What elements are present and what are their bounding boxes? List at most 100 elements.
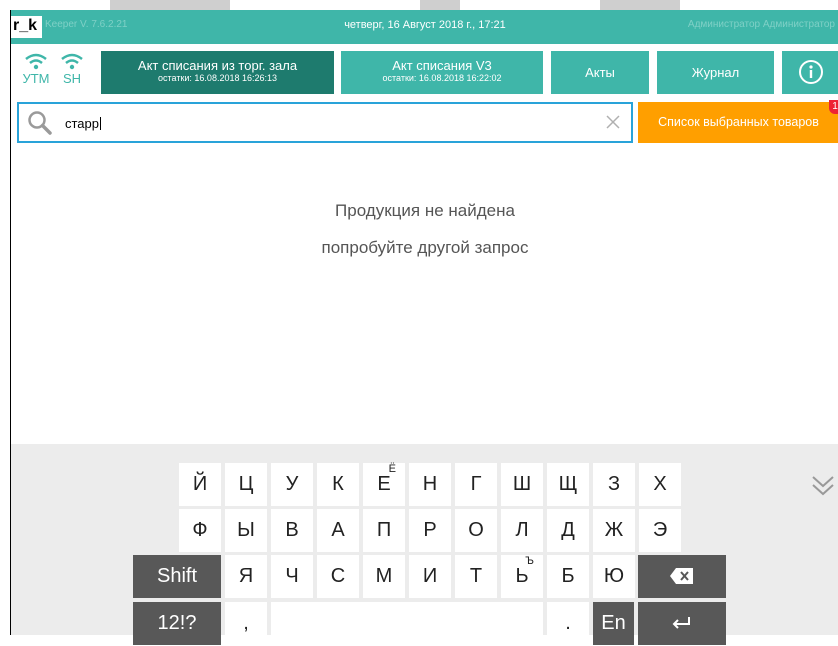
- sh-status: SH: [57, 53, 87, 86]
- background-artifact: [110, 0, 230, 10]
- wifi-icon: [61, 53, 83, 70]
- key-Г[interactable]: Г: [455, 463, 497, 506]
- act-v3-title: Акт списания V3: [392, 58, 492, 73]
- toolbar: УТМ SH Акт списания из торг. зала остатк…: [11, 44, 838, 102]
- acts-button[interactable]: Акты: [551, 51, 649, 94]
- key-Л[interactable]: Л: [501, 509, 543, 552]
- key-label: Н: [422, 473, 438, 495]
- act-hall-title: Акт списания из торг. зала: [137, 58, 298, 73]
- key-А[interactable]: А: [317, 509, 359, 552]
- alt-char-label: Ъ: [525, 555, 534, 567]
- empty-state-hint: попробуйте другой запрос: [321, 238, 529, 257]
- key-Щ[interactable]: Щ: [547, 463, 589, 506]
- key-Ы[interactable]: Ы: [225, 509, 267, 552]
- key-М[interactable]: М: [363, 555, 405, 598]
- key-Ю[interactable]: Ю: [593, 555, 635, 598]
- backspace-key[interactable]: [638, 555, 726, 598]
- key-label: Г: [470, 473, 482, 495]
- key-label: З: [607, 473, 621, 495]
- key-label: Ф: [192, 519, 208, 541]
- selected-items-button[interactable]: Список выбранных товаров 1: [638, 100, 838, 143]
- act-hall-button[interactable]: Акт списания из торг. зала остатки: 16.0…: [101, 51, 334, 94]
- key-Х[interactable]: Х: [639, 463, 681, 506]
- backspace-icon: [670, 568, 693, 584]
- key-label: У: [285, 473, 299, 495]
- key-Д[interactable]: Д: [547, 509, 589, 552]
- empty-state-title: Продукция не найдена: [335, 201, 515, 220]
- clear-icon[interactable]: [606, 115, 620, 129]
- key-Ч[interactable]: Ч: [271, 555, 313, 598]
- key-label: Т: [469, 565, 483, 587]
- key-label: П: [376, 519, 392, 541]
- key-Ц[interactable]: Ц: [225, 463, 267, 506]
- key-label: Ы: [237, 519, 255, 541]
- symbols-key[interactable]: 12!?: [133, 602, 221, 645]
- utm-label: УТМ: [22, 71, 50, 86]
- key-label: Ц: [238, 473, 254, 495]
- key-label: Ь: [515, 565, 529, 587]
- journal-label: Журнал: [691, 65, 740, 80]
- key-label: Щ: [558, 473, 578, 495]
- search-icon: [28, 111, 52, 135]
- enter-icon: [672, 617, 690, 629]
- key-Н[interactable]: Н: [409, 463, 451, 506]
- key-label: Й: [192, 473, 208, 495]
- key-Ш[interactable]: Ш: [501, 463, 543, 506]
- app-window: r_k Keeper V. 7.6.2.21 четверг, 16 Авгус…: [10, 10, 838, 645]
- key-У[interactable]: У: [271, 463, 313, 506]
- key-Ж[interactable]: Ж: [593, 509, 635, 552]
- selected-count-badge: 1: [829, 100, 838, 114]
- key-В[interactable]: В: [271, 509, 313, 552]
- key-label: Х: [653, 473, 667, 495]
- language-key[interactable]: En: [593, 602, 634, 645]
- key-З[interactable]: З: [593, 463, 635, 506]
- key-label: Е: [377, 473, 391, 495]
- journal-button[interactable]: Журнал: [657, 51, 774, 94]
- key-label: К: [332, 473, 344, 495]
- key-Ь[interactable]: ЬЪ: [501, 555, 543, 598]
- key-label: Л: [515, 519, 529, 541]
- key-Ф[interactable]: Ф: [179, 509, 221, 552]
- key-Е[interactable]: ЕЁ: [363, 463, 405, 506]
- key-label: Ч: [285, 565, 299, 587]
- key-П[interactable]: П: [363, 509, 405, 552]
- key-label: И: [422, 565, 438, 587]
- space-key[interactable]: [271, 602, 543, 645]
- search-input[interactable]: старр: [17, 102, 633, 143]
- key-label: Р: [423, 519, 437, 541]
- shift-key[interactable]: Shift: [133, 555, 221, 598]
- alt-char-label: Ё: [388, 463, 396, 475]
- key-Э[interactable]: Э: [639, 509, 681, 552]
- key-label: Ю: [603, 565, 625, 587]
- key-К[interactable]: К: [317, 463, 359, 506]
- key-И[interactable]: И: [409, 555, 451, 598]
- utm-status: УТМ: [21, 53, 51, 86]
- key-Й[interactable]: Й: [179, 463, 221, 506]
- key-Т[interactable]: Т: [455, 555, 497, 598]
- key-Я[interactable]: Я: [225, 555, 267, 598]
- current-user: Администратор Администратор: [687, 19, 835, 30]
- key-label: Б: [561, 565, 575, 587]
- search-value: старр: [65, 116, 101, 131]
- act-v3-button[interactable]: Акт списания V3 остатки: 16.08.2018 16:2…: [341, 51, 543, 94]
- info-button[interactable]: [782, 51, 838, 94]
- act-v3-subtitle: остатки: 16.08.2018 16:22:02: [382, 73, 502, 83]
- background-artifact: [600, 0, 680, 10]
- key-С[interactable]: С: [317, 555, 359, 598]
- key-label: Я: [238, 565, 254, 587]
- key-label: Ш: [512, 473, 532, 495]
- enter-key[interactable]: [638, 602, 726, 645]
- key-Р[interactable]: Р: [409, 509, 451, 552]
- key-Б[interactable]: Б: [547, 555, 589, 598]
- comma-key[interactable]: ,: [225, 602, 267, 645]
- key-label: М: [375, 565, 393, 587]
- collapse-keyboard-icon[interactable]: [811, 475, 835, 497]
- sh-label: SH: [62, 71, 82, 86]
- act-hall-subtitle: остатки: 16.08.2018 16:26:13: [158, 73, 277, 83]
- key-label: О: [468, 519, 484, 541]
- selected-items-label: Список выбранных товаров: [658, 115, 819, 129]
- period-key[interactable]: .: [547, 602, 589, 645]
- title-bar: r_k Keeper V. 7.6.2.21 четверг, 16 Авгус…: [11, 10, 838, 44]
- background-artifact: [420, 0, 460, 10]
- key-О[interactable]: О: [455, 509, 497, 552]
